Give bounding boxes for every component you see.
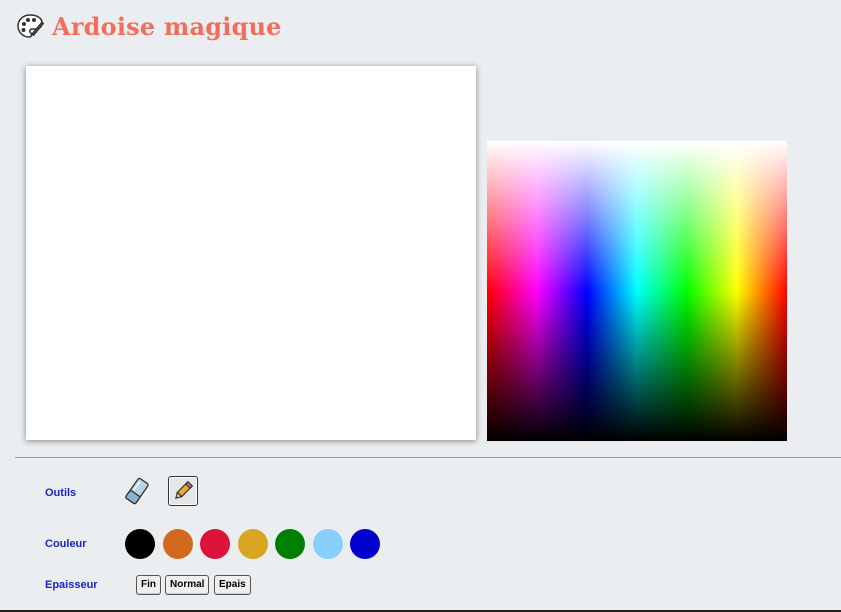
header: Ardoise magique xyxy=(16,9,282,43)
thickness-fin-button[interactable]: Fin xyxy=(136,575,161,595)
tools-label: Outils xyxy=(45,487,77,499)
color-swatch[interactable] xyxy=(162,529,193,559)
color-swatch[interactable] xyxy=(125,529,155,559)
color-swatch[interactable] xyxy=(312,529,343,559)
thickness-normal-button[interactable]: Normal xyxy=(165,575,210,595)
thickness-label: Epaisseur xyxy=(45,579,98,591)
color-swatch[interactable] xyxy=(275,529,305,559)
color-swatch[interactable] xyxy=(200,529,230,559)
page-title: Ardoise magique xyxy=(52,11,282,41)
pencil-icon xyxy=(175,480,194,499)
color-picker[interactable] xyxy=(487,141,787,441)
color-label: Couleur xyxy=(45,538,87,550)
color-swatch[interactable] xyxy=(237,529,268,559)
color-swatch[interactable] xyxy=(350,529,380,559)
drawing-canvas[interactable] xyxy=(26,66,476,440)
divider xyxy=(15,457,841,458)
thickness-epais-button[interactable]: Epais xyxy=(214,575,251,595)
palette-icon xyxy=(16,12,45,40)
pencil-tool-button[interactable] xyxy=(168,476,198,506)
eraser-icon[interactable] xyxy=(122,476,152,506)
